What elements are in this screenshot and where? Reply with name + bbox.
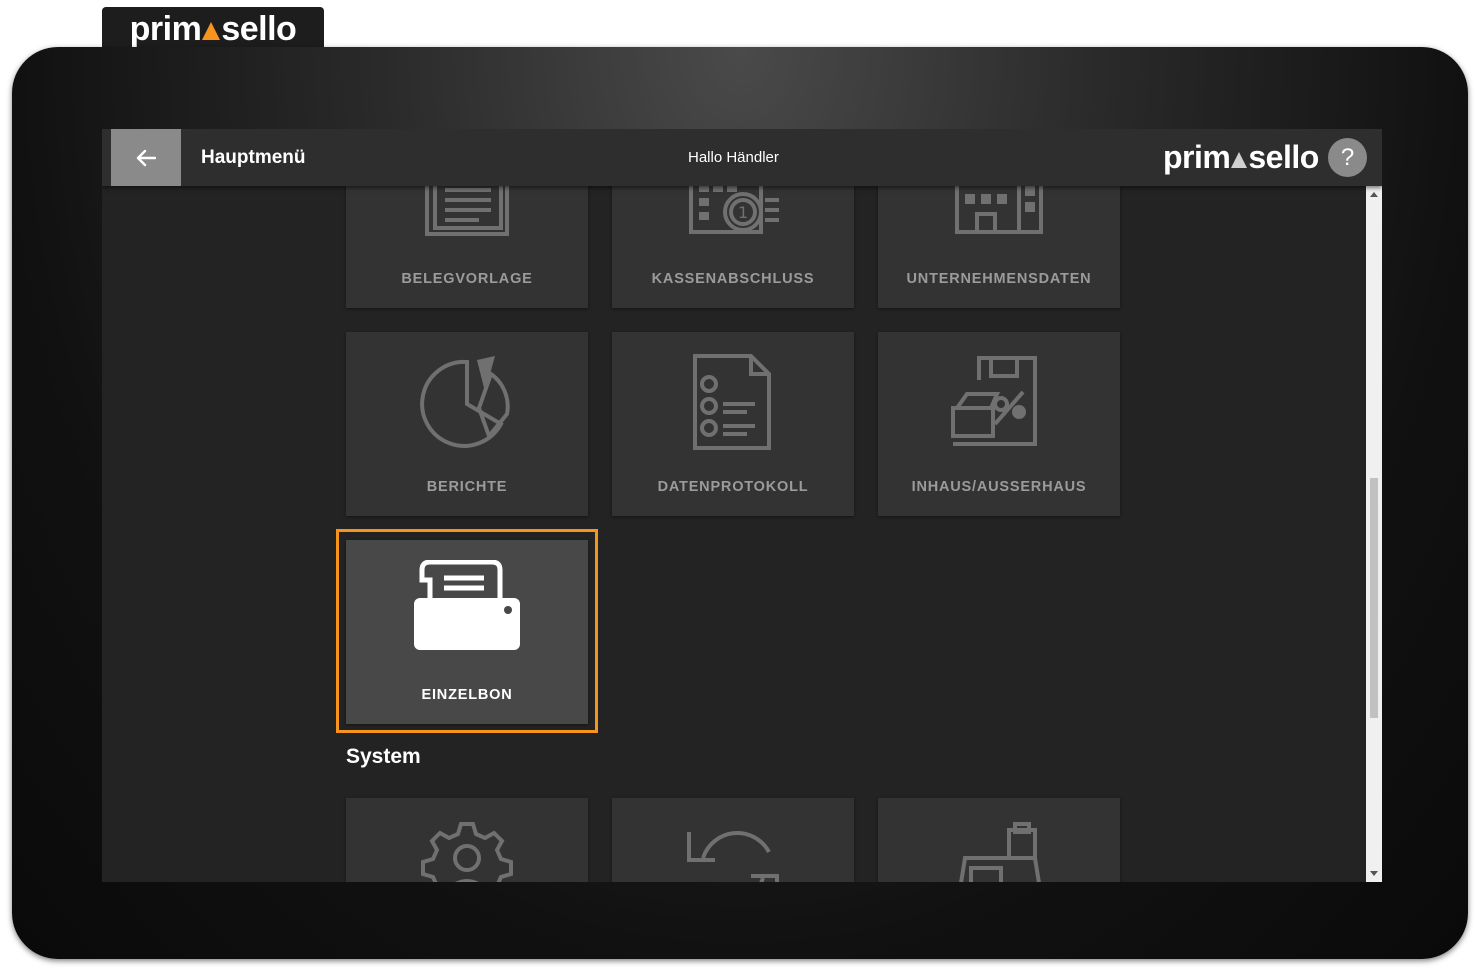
- brand-word-left: prim: [129, 9, 202, 48]
- tile-datenprotokoll[interactable]: DATENPROTOKOLL: [612, 332, 854, 516]
- refresh-icon: [687, 831, 779, 882]
- menu-content: BELEGVORLAGE 1 KASSENABSCHLUSS UNTERNEHM…: [102, 186, 1366, 882]
- tile-system-cash-register[interactable]: [878, 798, 1120, 882]
- tile-einzelbon[interactable]: EINZELBON: [346, 540, 588, 724]
- user-greeting: Hallo Händler: [688, 149, 779, 166]
- tile-unternehmensdaten[interactable]: UNTERNEHMENSDATEN: [878, 186, 1120, 308]
- cash-register-coin-icon: 1: [689, 186, 779, 234]
- cash-register-icon: [959, 822, 1041, 882]
- pie-chart-icon: [420, 356, 510, 448]
- brand-accent-mark: [202, 21, 221, 40]
- tile-system-user-settings[interactable]: [346, 798, 588, 882]
- brand-logo-tab: prim sello: [102, 7, 324, 51]
- building-icon: [955, 186, 1043, 234]
- tile-label: KASSENABSCHLUSS: [651, 271, 815, 287]
- page-title: Hauptmenü: [201, 147, 306, 168]
- printer-icon: [414, 560, 520, 650]
- scroll-up-icon[interactable]: [1370, 192, 1378, 197]
- tile-inhaus-ausserhaus[interactable]: INHAUS/AUSSERHAUS: [878, 332, 1120, 516]
- logo-accent-mark: [1231, 151, 1248, 168]
- tile-berichte[interactable]: BERICHTE: [346, 332, 588, 516]
- tile-label: DATENPROTOKOLL: [657, 479, 809, 495]
- user-settings-icon: [421, 822, 513, 882]
- tile-belegvorlage[interactable]: BELEGVORLAGE: [346, 186, 588, 308]
- top-bar: Hauptmenü Hallo Händler prim sello ?: [102, 129, 1382, 186]
- logo-word-left: prim: [1163, 138, 1231, 175]
- back-button[interactable]: [111, 129, 181, 186]
- tile-label: BERICHTE: [426, 479, 508, 495]
- section-title-system: System: [346, 745, 421, 768]
- tile-label: EINZELBON: [421, 687, 513, 703]
- scrollbar-thumb[interactable]: [1370, 478, 1378, 718]
- tile-label: INHAUS/AUSSERHAUS: [911, 479, 1087, 495]
- vertical-scrollbar[interactable]: [1366, 186, 1382, 882]
- tile-label: BELEGVORLAGE: [401, 271, 533, 287]
- svg-text:1: 1: [738, 203, 748, 222]
- logo-word-right: sello: [1248, 138, 1319, 175]
- brand-word-right: sello: [221, 9, 297, 48]
- arrow-left-icon: [136, 149, 156, 166]
- takeaway-icon: [951, 356, 1037, 446]
- app-screen: Hauptmenü Hallo Händler prim sello ? BELE…: [102, 129, 1382, 882]
- scroll-down-icon[interactable]: [1370, 871, 1378, 876]
- tile-label: UNTERNEHMENSDATEN: [906, 271, 1092, 287]
- checklist-document-icon: [693, 354, 771, 450]
- tile-system-refresh[interactable]: [612, 798, 854, 882]
- header-logo: prim sello: [1163, 137, 1319, 177]
- tile-kassenabschluss[interactable]: 1 KASSENABSCHLUSS: [612, 186, 854, 308]
- help-button[interactable]: ?: [1328, 138, 1367, 177]
- document-lines-icon: [425, 186, 509, 236]
